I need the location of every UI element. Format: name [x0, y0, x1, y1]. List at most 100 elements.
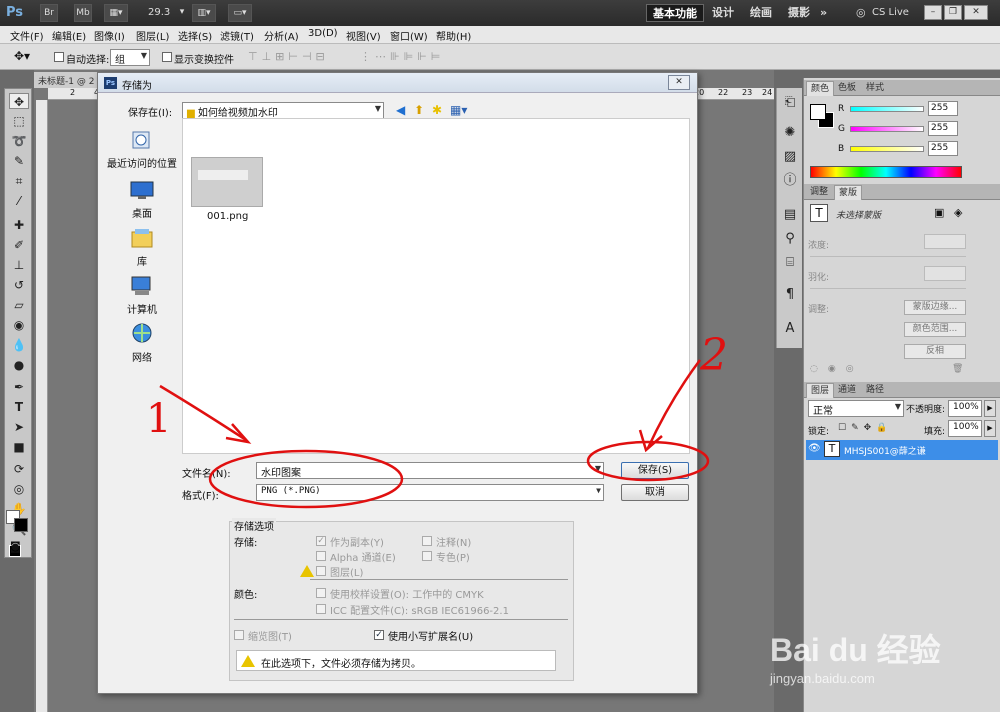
b-slider[interactable]	[850, 146, 924, 152]
quick-mask-icon[interactable]: ◙	[10, 540, 21, 553]
mask-footer-icons[interactable]: ◌◉◎	[810, 364, 864, 374]
fill-arrow-icon[interactable]: ▶	[984, 420, 996, 437]
type-tool-icon[interactable]: T	[9, 399, 29, 415]
tool-presets-icon[interactable]: ⌸	[781, 254, 799, 272]
workspace-photography[interactable]: 摄影	[782, 4, 816, 22]
dodge-tool-icon[interactable]: ●	[9, 357, 29, 373]
file-name[interactable]: 001.png	[207, 211, 248, 222]
view-menu-icon[interactable]: ▦▾	[450, 103, 467, 117]
move-tool-icon[interactable]: ✥▾	[14, 49, 30, 63]
menu-image[interactable]: 图像(I)	[94, 28, 125, 43]
menu-analysis[interactable]: 分析(A)	[264, 28, 299, 43]
tab-color[interactable]: 颜色	[806, 81, 835, 96]
pen-tool-icon[interactable]: ✒	[9, 379, 29, 395]
new-folder-icon[interactable]: ✱	[432, 103, 442, 117]
info-icon[interactable]: ⓘ	[781, 172, 799, 190]
menu-layer[interactable]: 图层(L)	[136, 28, 169, 43]
color-spectrum-ramp[interactable]	[810, 166, 962, 178]
menu-window[interactable]: 窗口(W)	[390, 28, 428, 43]
clone-source-icon[interactable]: ⚲	[781, 230, 799, 248]
place-recent[interactable]: 最近访问的位置	[104, 128, 180, 170]
b-value-input[interactable]: 255	[928, 141, 958, 156]
back-icon[interactable]: ◀	[396, 103, 405, 117]
mask-edge-button[interactable]: 蒙版边缘...	[904, 300, 966, 315]
navigator-icon[interactable]: ▨	[781, 148, 799, 166]
cslive-label[interactable]: CS Live	[872, 7, 909, 18]
document-tab[interactable]: 未标题-1 @ 2	[34, 72, 104, 88]
stamp-tool-icon[interactable]: ⊥	[9, 257, 29, 273]
auto-select-target-select[interactable]: 组 ▼	[110, 49, 150, 66]
workspace-painting[interactable]: 绘画	[744, 4, 778, 22]
cancel-button[interactable]: 取消	[621, 484, 689, 501]
save-button[interactable]: 保存(S)	[621, 462, 689, 479]
spot-checkbox[interactable]	[422, 551, 432, 561]
place-network[interactable]: 网络	[104, 322, 180, 364]
character-icon[interactable]: A	[781, 320, 799, 338]
tab-layers[interactable]: 图层	[806, 383, 835, 398]
eyedropper-tool-icon[interactable]: ⁄	[9, 193, 29, 209]
cslive-icon[interactable]: ◎	[856, 6, 866, 19]
tab-channels[interactable]: 通道	[834, 383, 860, 398]
bridge-button[interactable]: Br	[40, 4, 58, 22]
minimize-icon[interactable]: –	[924, 5, 942, 20]
workspace-essentials[interactable]: 基本功能	[646, 4, 704, 22]
invert-button[interactable]: 反相	[904, 344, 966, 359]
layer-row[interactable]: 👁 T MHSJS001@薛之谦	[806, 440, 998, 460]
dialog-title-bar[interactable]: Ps 存储为 ✕	[98, 73, 697, 93]
filename-input[interactable]: 水印图案 ▼	[256, 462, 604, 479]
g-value-input[interactable]: 255	[928, 121, 958, 136]
auto-select-checkbox[interactable]	[54, 52, 64, 62]
r-slider[interactable]	[850, 106, 924, 112]
menu-file[interactable]: 文件(F)	[10, 28, 44, 43]
blur-tool-icon[interactable]: 💧	[9, 337, 29, 353]
alpha-checkbox[interactable]	[316, 551, 326, 561]
menu-edit[interactable]: 编辑(E)	[52, 28, 86, 43]
eraser-tool-icon[interactable]: ▱	[9, 297, 29, 313]
notes-checkbox[interactable]	[422, 536, 432, 546]
shape-tool-icon[interactable]: ■	[9, 439, 29, 455]
trash-icon[interactable]: 🗑	[952, 364, 963, 374]
more-workspaces-button[interactable]: »	[814, 4, 833, 22]
lock-icons[interactable]: ☐✎✥🔒	[838, 423, 892, 433]
healing-brush-icon[interactable]: ✚	[9, 217, 29, 233]
minibridge-button[interactable]: Mb	[74, 4, 92, 22]
menu-select[interactable]: 选择(S)	[178, 28, 212, 43]
zoom-level[interactable]: 29.3	[148, 7, 170, 18]
tab-adjustments[interactable]: 调整	[806, 185, 832, 200]
history-icon[interactable]: ⎗	[781, 94, 799, 112]
pixel-mask-icon[interactable]: ▣	[934, 206, 944, 219]
format-select[interactable]: PNG (*.PNG) ▼	[256, 484, 604, 501]
lasso-tool-icon[interactable]: ➰	[9, 133, 29, 149]
as-copy-checkbox[interactable]	[316, 536, 326, 546]
thumbnail-checkbox[interactable]	[234, 630, 244, 640]
tab-masks[interactable]: 蒙版	[834, 185, 863, 200]
show-transform-checkbox[interactable]	[162, 52, 172, 62]
up-folder-icon[interactable]: ⬆	[414, 103, 424, 117]
move-tool-icon[interactable]: ✥	[9, 93, 29, 109]
tab-styles[interactable]: 样式	[862, 81, 888, 96]
history-brush-icon[interactable]: ↺	[9, 277, 29, 293]
tab-paths[interactable]: 路径	[862, 383, 888, 398]
visibility-eye-icon[interactable]: 👁	[808, 443, 821, 454]
icc-profile-checkbox[interactable]	[316, 604, 326, 614]
blend-mode-select[interactable]: 正常 ▼	[808, 400, 904, 417]
arrange-documents-icon[interactable]: ▥▾	[192, 4, 216, 22]
menu-3d[interactable]: 3D(D)	[308, 28, 338, 39]
restore-icon[interactable]: ❐	[944, 5, 962, 20]
brush-presets-icon[interactable]: ▤	[781, 206, 799, 224]
color-range-button[interactable]: 颜色范围...	[904, 322, 966, 337]
crop-tool-icon[interactable]: ⌗	[9, 173, 29, 189]
fill-input[interactable]: 100%	[948, 420, 982, 437]
opacity-input[interactable]: 100%	[948, 400, 982, 417]
marquee-tool-icon[interactable]: ⬚	[9, 113, 29, 129]
feather-input[interactable]	[924, 266, 966, 281]
layers-checkbox[interactable]	[316, 566, 326, 576]
g-slider[interactable]	[850, 126, 924, 132]
paragraph-icon[interactable]: ¶	[781, 286, 799, 304]
path-select-icon[interactable]: ➤	[9, 419, 29, 435]
3d-rotate-icon[interactable]: ⟳	[9, 461, 29, 477]
close-app-icon[interactable]: ✕	[964, 5, 988, 20]
align-icons[interactable]: ⊤⊥⊞⊢⊣⊟	[248, 50, 329, 63]
foreground-color-box[interactable]	[810, 104, 826, 120]
layer-name[interactable]: MHSJS001@薛之谦	[844, 444, 926, 457]
